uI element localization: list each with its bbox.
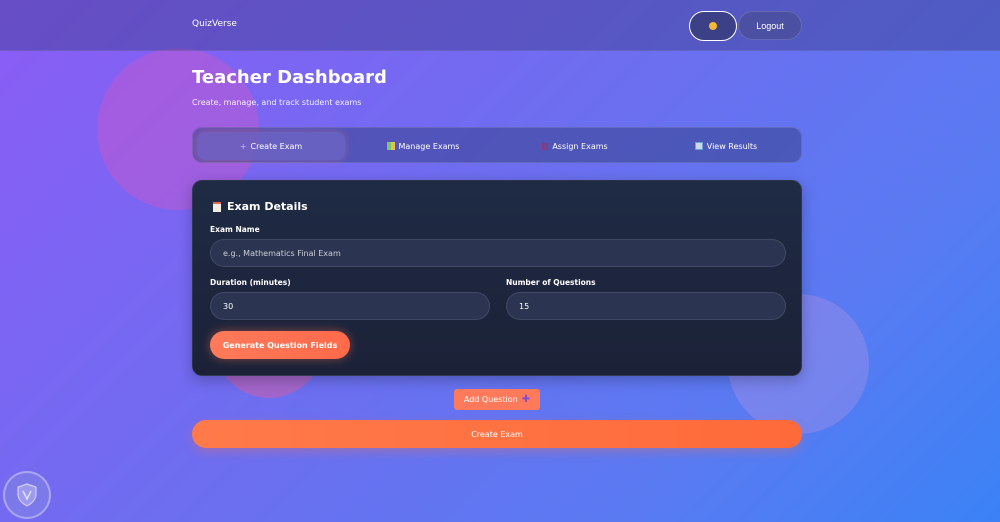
generate-question-fields-button[interactable]: Generate Question Fields xyxy=(210,331,350,359)
tab-manage-exams[interactable]: Manage Exams xyxy=(349,132,497,160)
questions-label: Number of Questions xyxy=(506,278,596,287)
card-title-text: Exam Details xyxy=(227,200,308,213)
add-question-button[interactable]: Add Question ✚ xyxy=(454,389,540,410)
tab-create-exam[interactable]: + Create Exam xyxy=(197,132,345,160)
tab-bar: + Create Exam Manage Exams Assign Exams … xyxy=(192,127,802,163)
exam-details-card: Exam Details Exam Name Duration (minutes… xyxy=(192,180,802,376)
tab-assign-exams[interactable]: Assign Exams xyxy=(501,132,649,160)
books-icon xyxy=(386,142,395,150)
tab-label: Create Exam xyxy=(250,141,303,151)
create-exam-button[interactable]: Create Exam xyxy=(192,420,802,448)
page-subtitle: Create, manage, and track student exams xyxy=(192,98,362,107)
duration-input[interactable] xyxy=(210,292,490,320)
exam-name-input[interactable] xyxy=(210,239,786,267)
plus-icon: + xyxy=(239,141,247,151)
bar-icon xyxy=(542,142,549,150)
questions-count-input[interactable] xyxy=(506,292,786,320)
tab-label: View Results xyxy=(706,141,758,151)
chart-icon xyxy=(694,142,703,150)
brand-logo[interactable]: QuizVerse xyxy=(192,19,237,29)
theme-toggle-button[interactable] xyxy=(689,11,737,41)
shield-icon-graphic xyxy=(17,483,37,507)
card-title: Exam Details xyxy=(213,200,308,213)
memo-icon xyxy=(213,201,221,212)
page-title: Teacher Dashboard xyxy=(192,67,387,88)
tab-view-results[interactable]: View Results xyxy=(653,132,799,160)
exam-name-label: Exam Name xyxy=(210,225,260,234)
shield-icon xyxy=(3,471,51,519)
tab-label: Manage Exams xyxy=(398,141,460,151)
duration-label: Duration (minutes) xyxy=(210,278,291,287)
tab-label: Assign Exams xyxy=(552,141,608,151)
navbar: QuizVerse Logout xyxy=(0,0,1000,51)
add-question-label: Add Question xyxy=(463,395,518,404)
sun-icon xyxy=(709,22,717,30)
logout-button[interactable]: Logout xyxy=(738,11,802,40)
plus-icon: ✚ xyxy=(521,394,531,405)
